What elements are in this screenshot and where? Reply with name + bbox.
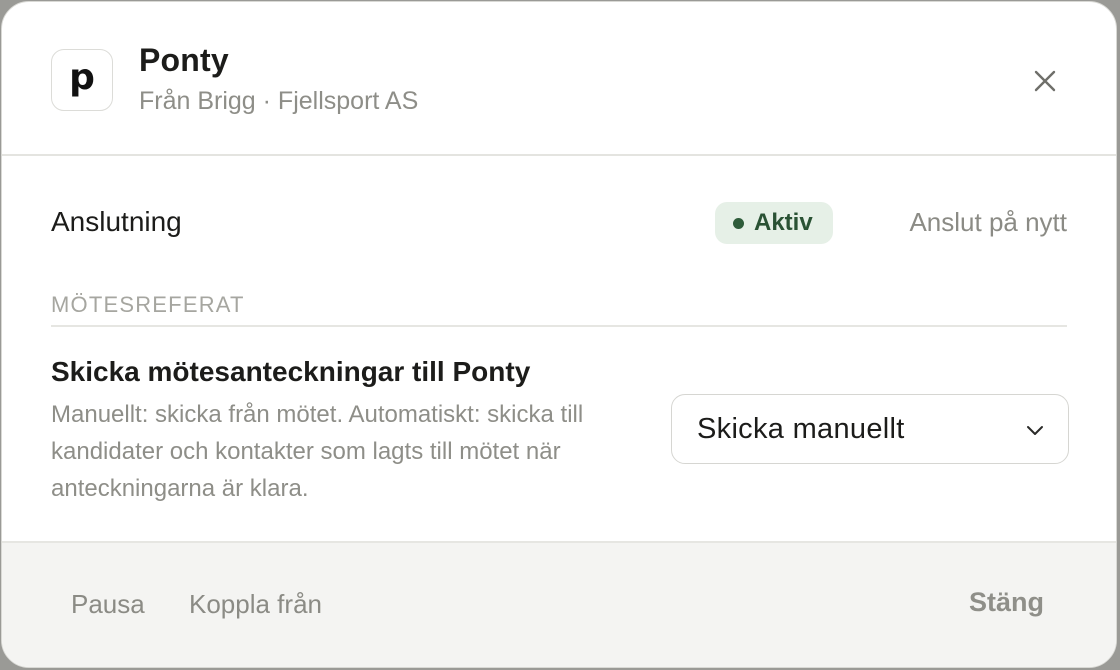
connection-row: Anslutning Aktiv Anslut på nytt: [51, 198, 1067, 250]
disconnect-button[interactable]: Koppla från: [189, 589, 322, 620]
chevron-down-icon: [1027, 426, 1043, 435]
setting-description: Manuellt: skicka från mötet. Automatiskt…: [51, 401, 584, 502]
section-title: MÖTESREFERAT: [51, 292, 245, 317]
send-mode-select-value: Skicka manuellt: [697, 412, 905, 445]
close-icon: [1034, 70, 1056, 92]
dialog-footer: Pausa Koppla från Stäng: [2, 541, 1116, 667]
app-subtitle: Från Brigg · Fjellsport AS: [139, 87, 419, 115]
setting-title: Skicka mötesanteckningar till Ponty: [51, 356, 531, 387]
app-logo-letter: p: [69, 57, 95, 98]
dialog-header: p Ponty Från Brigg · Fjellsport AS: [2, 2, 1116, 156]
status-text: Aktiv: [754, 209, 813, 236]
section-divider: [51, 325, 1067, 327]
status-dot-icon: [733, 217, 744, 229]
app-title: Ponty: [139, 42, 229, 78]
pause-button[interactable]: Pausa: [71, 589, 145, 620]
integration-dialog: p Ponty Från Brigg · Fjellsport AS Anslu…: [1, 1, 1117, 668]
app-logo: p: [51, 49, 113, 111]
status-badge: Aktiv: [715, 202, 833, 244]
send-mode-select[interactable]: Skicka manuellt: [671, 394, 1069, 464]
reconnect-button[interactable]: Anslut på nytt: [909, 207, 1067, 238]
close-text-button[interactable]: Stäng: [969, 587, 1044, 618]
close-button[interactable]: [1026, 62, 1064, 100]
connection-label: Anslutning: [51, 206, 182, 237]
